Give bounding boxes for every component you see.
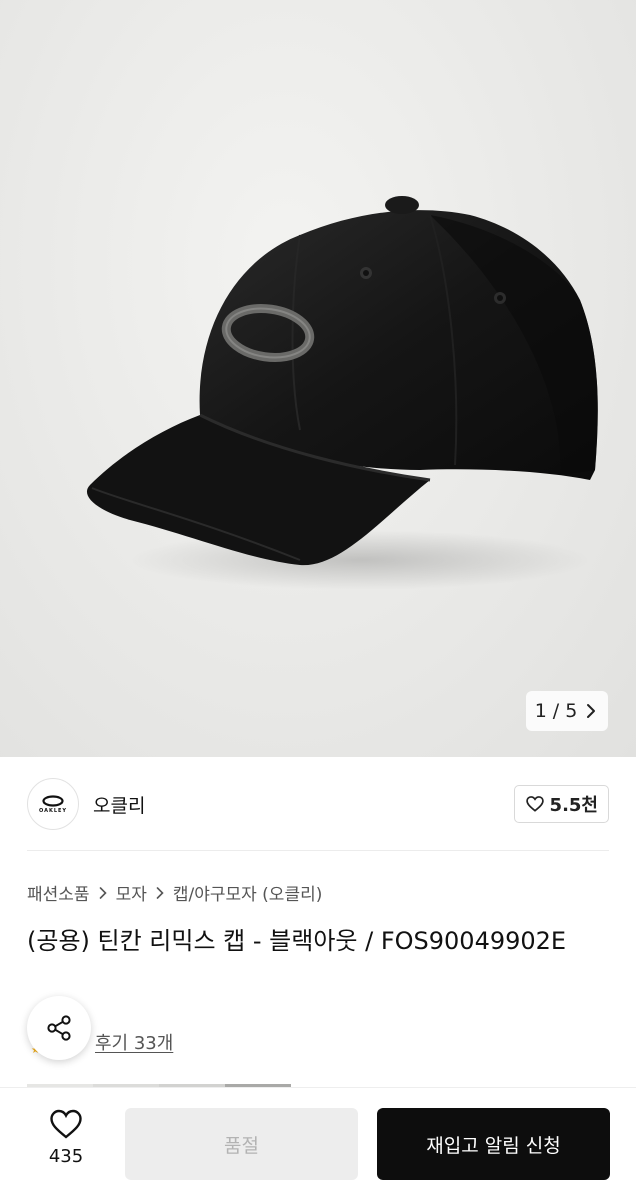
- heart-outline-icon: [525, 796, 544, 812]
- restock-alert-button[interactable]: 재입고 알림 신청: [377, 1108, 610, 1180]
- pager-current: 1: [534, 700, 547, 722]
- image-pager[interactable]: 1 / 5: [526, 691, 608, 731]
- brand-like-button[interactable]: 5.5천: [513, 785, 609, 823]
- brand-row: OAKLEY 오클리 5.5천: [27, 776, 609, 832]
- breadcrumb-item[interactable]: 패션소품: [27, 880, 90, 905]
- pager-total: 5: [565, 700, 578, 722]
- breadcrumb: 패션소품 모자 캡/야구모자 (오클리): [27, 880, 322, 905]
- product-photo-cap: [86, 196, 598, 590]
- share-button[interactable]: [27, 996, 91, 1060]
- chevron-right-icon: [99, 886, 107, 899]
- product-title: (공용) 틴칸 리믹스 캡 - 블랙아웃 / FOS90049902E: [27, 927, 567, 955]
- product-image-gallery[interactable]: 1 / 5: [0, 0, 636, 757]
- brand-name[interactable]: 오클리: [93, 791, 145, 818]
- breadcrumb-item[interactable]: 캡/야구모자 (오클리): [173, 880, 323, 905]
- brand-like-count: 5.5천: [549, 795, 598, 816]
- chevron-right-icon: [156, 886, 164, 899]
- oakley-ellipse-icon: [42, 794, 64, 807]
- chevron-right-icon[interactable]: [583, 703, 599, 719]
- wishlist-count: 435: [48, 1146, 84, 1167]
- review-count-link[interactable]: 후기 33개: [95, 1029, 173, 1055]
- bottom-action-bar: 435 품절 재입고 알림 신청: [0, 1088, 636, 1200]
- breadcrumb-item[interactable]: 모자: [116, 880, 147, 905]
- soldout-button: 품절: [125, 1108, 358, 1180]
- brand-logo[interactable]: OAKLEY: [27, 778, 79, 830]
- brand-logo-text: OAKLEY: [38, 807, 68, 814]
- heart-outline-icon: [50, 1109, 82, 1139]
- share-icon: [47, 1015, 71, 1041]
- divider: [27, 850, 609, 851]
- pager-separator: /: [552, 700, 560, 722]
- wishlist-button[interactable]: 435: [36, 1108, 96, 1178]
